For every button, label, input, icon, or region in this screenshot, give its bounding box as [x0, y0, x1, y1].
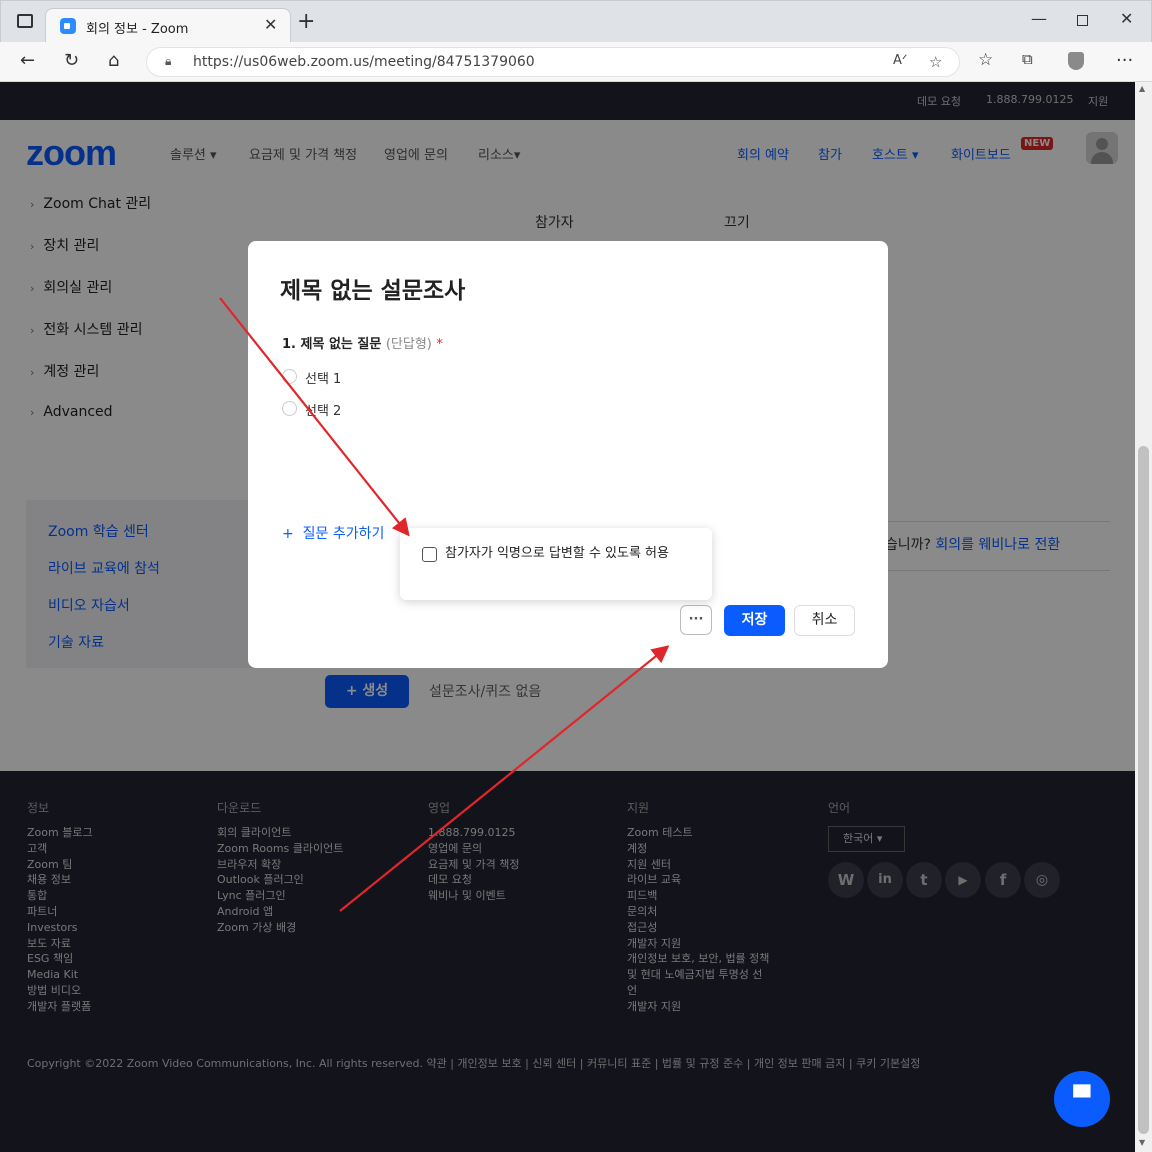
required-mark: * — [436, 337, 443, 352]
reload-icon[interactable]: ↻ — [64, 50, 79, 71]
cancel-button[interactable]: 취소 — [794, 605, 855, 636]
maximize-icon[interactable] — [1077, 15, 1088, 26]
anonymous-label[interactable]: 참가자가 익명으로 답변할 수 있도록 허용 — [445, 544, 697, 564]
option-radio[interactable] — [282, 369, 297, 384]
page-scrollbar[interactable]: ▲ ▼ — [1135, 82, 1152, 1152]
anonymous-checkbox[interactable] — [422, 547, 437, 562]
question-text: 1. 제목 없는 질문 — [282, 337, 382, 352]
dialog-title: 제목 없는 설문조사 — [280, 278, 466, 304]
scroll-down-icon[interactable]: ▼ — [1139, 1138, 1145, 1147]
tab-actions-icon[interactable] — [17, 14, 33, 28]
add-favorite-icon[interactable]: ☆ — [929, 53, 942, 71]
option-label: 선택 2 — [305, 404, 342, 419]
save-button[interactable]: 저장 — [724, 605, 785, 636]
option-label: 선택 1 — [305, 372, 342, 387]
collections-icon[interactable]: ⧉ — [1022, 50, 1033, 68]
more-options-popover: 참가자가 익명으로 답변할 수 있도록 허용 — [400, 528, 712, 600]
plus-icon: + — [282, 526, 294, 542]
more-menu-icon[interactable]: ··· — [1116, 50, 1133, 71]
home-icon[interactable]: ⌂ — [108, 50, 119, 71]
option-radio[interactable] — [282, 401, 297, 416]
add-question-label: 질문 추가하기 — [302, 526, 385, 542]
browser-tab-bar: 회의 정보 - Zoom ✕ + — ✕ — [0, 0, 1152, 43]
chat-bubble-icon[interactable]: ▀ — [1054, 1071, 1110, 1127]
window-close-icon[interactable]: ✕ — [1120, 9, 1133, 28]
favorites-icon[interactable]: ☆ — [978, 50, 993, 70]
extension-shield-icon[interactable] — [1068, 52, 1084, 70]
add-question-button[interactable]: + 질문 추가하기 — [282, 523, 384, 543]
scrollbar-thumb[interactable] — [1138, 446, 1149, 1134]
lock-icon[interactable]: 🔒︎ — [165, 54, 171, 69]
new-tab-icon[interactable]: + — [297, 11, 315, 33]
url-field[interactable]: 🔒︎ https://us06web.zoom.us/meeting/84751… — [146, 47, 960, 77]
question-type: (단답형) — [385, 337, 432, 352]
question-label: 1. 제목 없는 질문 (단답형) * — [282, 333, 443, 352]
zoom-favicon-icon — [60, 18, 76, 34]
browser-tab[interactable]: 회의 정보 - Zoom ✕ — [45, 8, 291, 43]
tab-close-icon[interactable]: ✕ — [264, 15, 277, 34]
more-options-button[interactable]: ··· — [680, 605, 712, 635]
address-bar-row: ← ↻ ⌂ 🔒︎ https://us06web.zoom.us/meeting… — [0, 42, 1152, 82]
read-aloud-icon[interactable]: Aᐟ — [893, 53, 907, 68]
tab-title: 회의 정보 - Zoom — [86, 22, 189, 37]
poll-dialog: 제목 없는 설문조사 1. 제목 없는 질문 (단답형) * 선택 1 선택 2… — [248, 241, 888, 668]
url-text: https://us06web.zoom.us/meeting/84751379… — [193, 54, 535, 70]
scroll-up-icon[interactable]: ▲ — [1139, 84, 1145, 93]
minimize-icon[interactable]: — — [1031, 9, 1047, 28]
back-arrow-icon[interactable]: ← — [20, 50, 35, 71]
